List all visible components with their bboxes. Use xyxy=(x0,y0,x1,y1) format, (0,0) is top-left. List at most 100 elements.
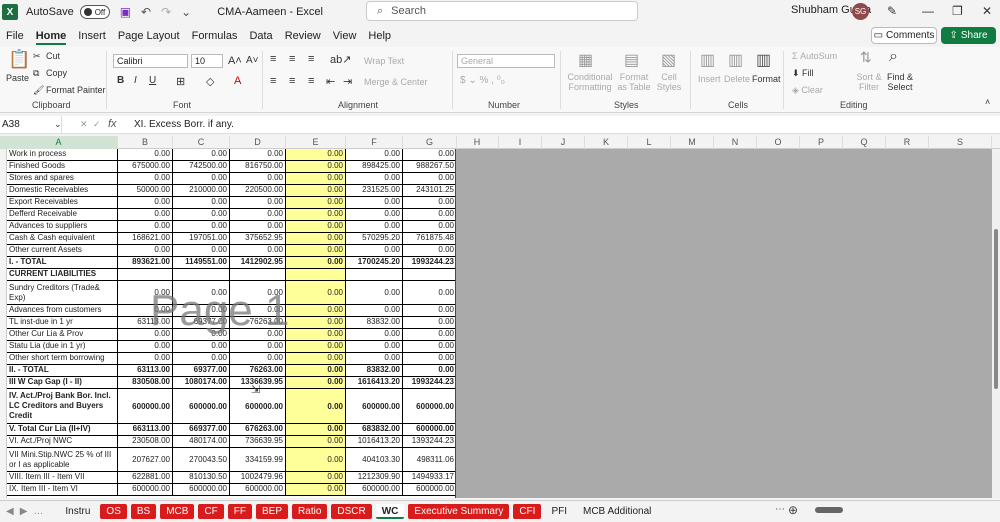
row-label[interactable]: I. - TOTAL xyxy=(7,257,118,269)
column-header-h[interactable]: H xyxy=(456,136,499,149)
cell-e[interactable]: 0.00 xyxy=(286,233,346,245)
column-header-o[interactable]: O xyxy=(757,136,800,149)
cell-d[interactable]: 375652.95 xyxy=(230,233,286,245)
fill-button[interactable]: ⬇ Fill xyxy=(792,68,814,79)
horizontal-scrollbar[interactable] xyxy=(805,506,995,514)
cell-e[interactable] xyxy=(286,269,346,281)
cell-g[interactable]: 0.00 xyxy=(403,197,456,209)
comments-button[interactable]: ▭ Comments xyxy=(871,27,937,44)
restore-button[interactable]: ❐ xyxy=(952,4,963,18)
cell-c[interactable]: 0.00 xyxy=(173,353,230,365)
customize-quick-access-icon[interactable]: ⌄ xyxy=(181,5,191,19)
column-header-i[interactable]: I xyxy=(499,136,542,149)
format-as-table-button[interactable]: Format as Table xyxy=(614,72,654,92)
fill-color-icon[interactable]: ◇ xyxy=(206,75,214,88)
row-label[interactable]: TL inst-due in 1 yr xyxy=(7,317,118,329)
row-label[interactable]: IV. Act./Proj Bank Bor. Incl. LC Credito… xyxy=(7,389,118,424)
row-label[interactable]: Export Receivables xyxy=(7,197,118,209)
redo-icon[interactable]: ↷ xyxy=(161,5,171,19)
cell-b[interactable]: 600000.00 xyxy=(118,389,173,424)
add-sheet-icon[interactable]: ⊕ xyxy=(788,503,798,517)
cell-e[interactable]: 0.00 xyxy=(286,185,346,197)
cell-g[interactable]: 0.00 xyxy=(403,353,456,365)
sort-filter-icon[interactable]: ⇅ xyxy=(860,49,872,66)
currency-icon[interactable]: $ ⌄ % , ⁰₀ xyxy=(460,75,505,86)
cell-e[interactable]: 0.00 xyxy=(286,173,346,185)
find-select-button[interactable]: Find & Select xyxy=(882,72,918,92)
cell-f[interactable]: 600000.00 xyxy=(346,389,403,424)
cell-g[interactable]: 0.00 xyxy=(403,209,456,221)
cell-b[interactable]: 207627.00 xyxy=(118,448,173,472)
paste-button[interactable]: Paste xyxy=(6,73,29,83)
conditional-formatting-button[interactable]: Conditional Formatting xyxy=(566,72,614,92)
cell-f[interactable]: 0.00 xyxy=(346,197,403,209)
sheet-tab-executive-summary[interactable]: Executive Summary xyxy=(408,504,510,519)
insert-function-icon[interactable]: fx xyxy=(108,118,117,130)
cell-d[interactable]: 676263.00 xyxy=(230,424,286,436)
cell-f[interactable]: 1016413.20 xyxy=(346,436,403,448)
cell-d[interactable]: 220500.00 xyxy=(230,185,286,197)
number-format-field[interactable]: General xyxy=(457,54,555,68)
paste-icon[interactable]: 📋 xyxy=(8,49,30,70)
cell-e[interactable]: 0.00 xyxy=(286,221,346,233)
close-button[interactable]: ✕ xyxy=(982,4,992,18)
cell-g[interactable]: 0.00 xyxy=(403,317,456,329)
cell-b[interactable] xyxy=(118,269,173,281)
cell-d[interactable]: 0.00 xyxy=(230,341,286,353)
font-size-field[interactable]: 10 xyxy=(191,54,223,68)
cell-f[interactable]: 0.00 xyxy=(346,245,403,257)
cell-b[interactable]: 663113.00 xyxy=(118,424,173,436)
cell-e[interactable]: 0.00 xyxy=(286,436,346,448)
horizontal-scroll-thumb[interactable] xyxy=(815,507,843,513)
cell-g[interactable] xyxy=(403,269,456,281)
cell-d[interactable]: 1002479.96 xyxy=(230,472,286,484)
row-label[interactable]: Statu Lia (due in 1 yr) xyxy=(7,341,118,353)
sort-filter-button[interactable]: Sort & Filter xyxy=(852,72,886,92)
cell-g[interactable]: 0.00 xyxy=(403,281,456,305)
cell-f[interactable]: 83832.00 xyxy=(346,317,403,329)
decrease-font-icon[interactable]: A˅ xyxy=(246,55,259,66)
cell-c[interactable]: 0.00 xyxy=(173,197,230,209)
row-label[interactable]: Stores and spares xyxy=(7,173,118,185)
row-label[interactable]: Advances from customers xyxy=(7,305,118,317)
clear-button[interactable]: ◈ Clear xyxy=(792,85,823,96)
cell-d[interactable]: 0.00 xyxy=(230,209,286,221)
cell-f[interactable]: 1700245.20 xyxy=(346,257,403,269)
cell-b[interactable]: 63113.00 xyxy=(118,365,173,377)
cell-d[interactable]: 736639.95 xyxy=(230,436,286,448)
sheet-tab-bs[interactable]: BS xyxy=(130,504,157,519)
insert-cells-button[interactable]: Insert xyxy=(698,74,721,84)
cell-e[interactable]: 0.00 xyxy=(286,472,346,484)
cell-f[interactable]: 231525.00 xyxy=(346,185,403,197)
underline-icon[interactable]: U xyxy=(149,75,156,86)
cell-c[interactable]: 0.00 xyxy=(173,245,230,257)
cell-d[interactable]: 600000.00 xyxy=(230,484,286,496)
tab-home[interactable]: Home xyxy=(35,30,66,45)
column-header-n[interactable]: N xyxy=(714,136,757,149)
more-sheets-icon[interactable]: ⋯ xyxy=(775,504,785,515)
cell-c[interactable]: 810130.50 xyxy=(173,472,230,484)
cell-b[interactable]: 230508.00 xyxy=(118,436,173,448)
column-header-p[interactable]: P xyxy=(800,136,843,149)
cell-f[interactable]: 0.00 xyxy=(346,305,403,317)
cell-c[interactable]: 669377.00 xyxy=(173,424,230,436)
cell-c[interactable]: 600000.00 xyxy=(173,484,230,496)
cell-f[interactable]: 0.00 xyxy=(346,221,403,233)
cell-e[interactable]: 0.00 xyxy=(286,197,346,209)
cell-c[interactable]: 0.00 xyxy=(173,221,230,233)
save-icon[interactable]: ▣ xyxy=(120,5,131,19)
column-header-r[interactable]: R xyxy=(886,136,929,149)
cell-g[interactable]: 243101.25 xyxy=(403,185,456,197)
name-box-dropdown-icon[interactable]: ⌄ xyxy=(54,119,62,130)
cell-e[interactable]: 0.00 xyxy=(286,377,346,389)
borders-icon[interactable]: ⊞ xyxy=(176,75,185,88)
bold-icon[interactable]: B xyxy=(117,75,124,86)
cell-c[interactable]: 210000.00 xyxy=(173,185,230,197)
delete-cells-icon[interactable]: ▥ xyxy=(728,50,743,70)
enter-icon[interactable]: ✓ xyxy=(93,119,101,130)
cell-g[interactable]: 0.00 xyxy=(403,341,456,353)
search-box[interactable]: ⌕ Search xyxy=(366,1,638,21)
align-top-icon[interactable]: ≡ xyxy=(270,53,276,65)
align-left-icon[interactable]: ≡ xyxy=(270,75,276,87)
cell-e[interactable]: 0.00 xyxy=(286,161,346,173)
